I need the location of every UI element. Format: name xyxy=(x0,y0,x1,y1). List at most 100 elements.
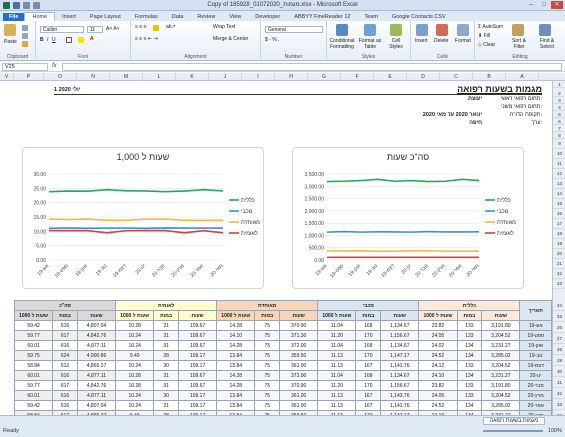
table-cell[interactable]: 4,865.37 xyxy=(76,360,117,371)
table-cell[interactable]: 9.49 xyxy=(115,350,155,361)
table-cell[interactable]: 59.77 xyxy=(14,380,54,391)
tab-abbyy[interactable]: ABBYY FineReader 12 xyxy=(287,13,357,21)
month-cell[interactable]: ינו-20 xyxy=(519,370,552,381)
insert-button[interactable]: Insert xyxy=(415,38,428,44)
row-header[interactable]: 18 xyxy=(553,229,565,239)
align-top-icons[interactable]: ≡ ≡ ≡ xyxy=(135,24,147,30)
find-select-icon[interactable] xyxy=(539,24,551,36)
table-cell[interactable]: 616 xyxy=(52,340,78,351)
table-cell[interactable]: 4,807.04 xyxy=(76,400,117,411)
table-cell[interactable]: 361.00 xyxy=(279,400,319,411)
table-cell[interactable]: 11.13 xyxy=(317,390,357,401)
table-cell[interactable]: 4,877.11 xyxy=(76,370,117,381)
row-header[interactable]: 21 xyxy=(553,259,565,269)
table-cell[interactable]: 617 xyxy=(52,380,78,391)
row-header[interactable]: 13 xyxy=(553,179,565,189)
column-header[interactable]: P xyxy=(14,73,44,81)
wrap-text-button[interactable]: Wrap Text xyxy=(213,24,235,30)
table-cell[interactable]: 109.67 xyxy=(177,330,218,341)
table-cell[interactable]: 31 xyxy=(153,370,179,381)
borders-icon[interactable] xyxy=(66,37,72,43)
insert-cells-icon[interactable] xyxy=(416,24,428,36)
month-cell[interactable]: ספט-19 xyxy=(519,330,552,341)
column-header[interactable]: J xyxy=(209,73,242,81)
table-cell[interactable]: 30 xyxy=(153,360,179,371)
font-color-icon[interactable]: A xyxy=(90,36,94,42)
row-header[interactable]: 26 xyxy=(553,322,565,333)
table-cell[interactable]: 14.10 xyxy=(216,330,256,341)
conditional-formatting-button[interactable]: Conditional Formatting xyxy=(329,38,355,50)
table-cell[interactable]: 1,134.67 xyxy=(380,370,420,381)
merge-center-button[interactable]: Merge & Center xyxy=(213,36,248,42)
table-cell[interactable]: 31 xyxy=(153,400,179,411)
table-cell[interactable]: 3,191.80 xyxy=(481,320,521,331)
table-cell[interactable]: 3,231.27 xyxy=(481,370,521,381)
row-header[interactable]: 3 xyxy=(553,97,565,104)
table-cell[interactable]: 11.04 xyxy=(317,320,357,331)
table-cell[interactable]: 133 xyxy=(456,380,483,391)
table-cell[interactable]: 10.28 xyxy=(115,320,155,331)
grow-font-icon[interactable]: A˄ A˅ xyxy=(106,26,120,32)
table-cell[interactable]: 1,134.67 xyxy=(380,320,420,331)
table-cell[interactable]: 370.90 xyxy=(279,380,319,391)
align-left-icons[interactable]: ≡ ≡ ≡ ⇤ ⇥ xyxy=(135,36,158,42)
table-cell[interactable]: 1,156.67 xyxy=(380,330,420,341)
table-cell[interactable]: 10.24 xyxy=(115,330,155,341)
tab-team[interactable]: Team xyxy=(357,13,384,21)
sort-filter-icon[interactable] xyxy=(512,24,524,36)
row-header[interactable]: 1 xyxy=(553,81,565,88)
month-cell[interactable]: מרץ-20 xyxy=(519,390,552,401)
table-cell[interactable]: 11.04 xyxy=(317,370,357,381)
row-header[interactable]: 33 xyxy=(553,399,565,410)
row-header[interactable]: 27 xyxy=(553,333,565,344)
table-cell[interactable]: 361.00 xyxy=(279,390,319,401)
table-cell[interactable]: 3,204.52 xyxy=(481,390,521,401)
row-header[interactable]: 17 xyxy=(553,219,565,229)
name-box[interactable]: V25 xyxy=(2,63,48,71)
table-cell[interactable]: 370.90 xyxy=(279,320,319,331)
table-cell[interactable]: 75 xyxy=(254,330,281,341)
tab-insert[interactable]: Insert xyxy=(55,13,83,21)
table-cell[interactable]: 612 xyxy=(52,360,78,371)
minimize-button[interactable]: – xyxy=(525,1,537,9)
tab-formulas[interactable]: Formulas xyxy=(128,13,165,21)
cell-styles-icon[interactable] xyxy=(390,24,402,36)
row-header[interactable]: 30 xyxy=(553,366,565,377)
table-cell[interactable]: 4,807.04 xyxy=(76,320,117,331)
table-cell[interactable]: 75 xyxy=(254,340,281,351)
table-cell[interactable]: 13.84 xyxy=(216,350,256,361)
column-header[interactable]: G xyxy=(308,73,341,81)
table-cell[interactable]: 10.28 xyxy=(115,380,155,391)
row-header[interactable]: 9 xyxy=(553,139,565,149)
table-cell[interactable]: 11.04 xyxy=(317,340,357,351)
table-cell[interactable]: 361.00 xyxy=(279,360,319,371)
table-cell[interactable]: 133 xyxy=(456,330,483,341)
fill-color-icon[interactable] xyxy=(78,37,84,43)
table-cell[interactable]: 31 xyxy=(153,380,179,391)
table-cell[interactable]: 11.20 xyxy=(317,380,357,391)
number-format-select[interactable]: General xyxy=(265,26,323,33)
row-header[interactable]: 16 xyxy=(553,209,565,219)
table-cell[interactable]: 75 xyxy=(254,390,281,401)
table-cell[interactable]: 60.01 xyxy=(14,390,54,401)
maximize-button[interactable]: □ xyxy=(538,1,550,9)
table-cell[interactable]: 75 xyxy=(254,370,281,381)
row-header[interactable]: 15 xyxy=(553,199,565,209)
table-cell[interactable]: 58.84 xyxy=(14,360,54,371)
table-cell[interactable]: 1,143.76 xyxy=(380,390,420,401)
table-cell[interactable]: 109.67 xyxy=(177,380,218,391)
table-cell[interactable]: 24.05 xyxy=(418,390,458,401)
table-cell[interactable]: 372.00 xyxy=(279,370,319,381)
table-cell[interactable]: 4,877.11 xyxy=(76,340,117,351)
tab-developer[interactable]: Developer xyxy=(248,13,287,21)
table-cell[interactable]: 14.28 xyxy=(216,380,256,391)
table-cell[interactable]: 133 xyxy=(456,320,483,331)
table-cell[interactable]: 59.42 xyxy=(14,320,54,331)
table-cell[interactable]: 3,285.02 xyxy=(481,350,521,361)
align-middle-icon[interactable] xyxy=(153,25,159,31)
table-cell[interactable]: 11.13 xyxy=(317,360,357,371)
column-header[interactable]: I xyxy=(242,73,275,81)
table-cell[interactable]: 11.13 xyxy=(317,400,357,411)
clear-button[interactable]: ◇ Clear xyxy=(478,42,495,48)
row-header[interactable]: 8 xyxy=(553,132,565,139)
